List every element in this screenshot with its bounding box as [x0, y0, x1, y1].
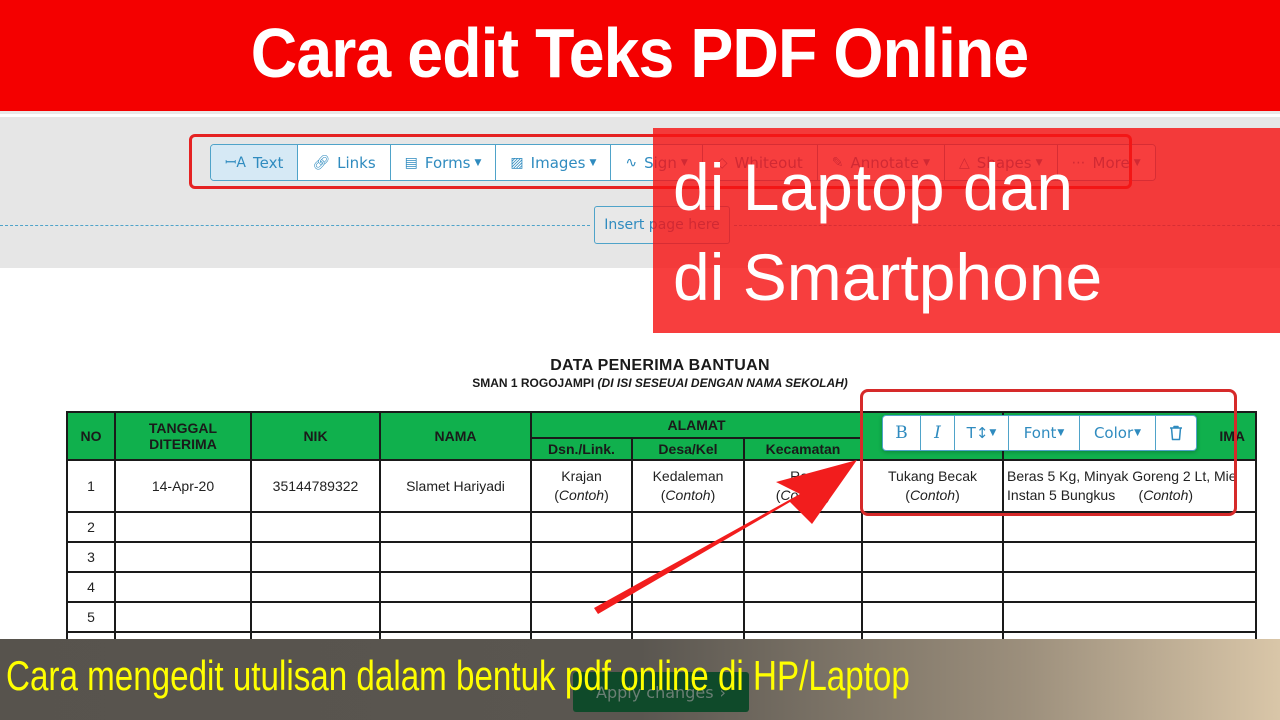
cell-nik[interactable]: 35144789322: [250, 459, 381, 513]
page-divider-line: [0, 225, 590, 226]
subtitle-line-2: di Smartphone: [673, 240, 1103, 314]
header-desa[interactable]: Desa/Kel: [631, 437, 745, 461]
header-no[interactable]: NO: [66, 411, 116, 461]
table-row: 4: [66, 571, 1258, 603]
cell-note: (Contoh): [775, 487, 831, 503]
cell-value: Krajan: [561, 468, 602, 484]
table-row: 5: [66, 601, 1258, 633]
cell-no[interactable]: 1: [66, 459, 116, 513]
cell-dsn[interactable]: Krajan (Contoh): [530, 459, 633, 513]
cell-no[interactable]: 5: [66, 601, 116, 633]
edit-toolbar-highlight-frame: [860, 389, 1237, 516]
school-note: (DI ISI SESEUAI DENGAN NAMA SEKOLAH): [597, 376, 848, 390]
subtitle-overlay: di Laptop dan di Smartphone: [653, 128, 1280, 333]
table-row: 3: [66, 541, 1258, 573]
document-title[interactable]: DATA PENERIMA BANTUAN: [400, 357, 920, 375]
header-dsn[interactable]: Dsn./Link.: [530, 437, 633, 461]
cell-kecamatan[interactable]: Rog (Contoh): [742, 459, 864, 513]
cell-no[interactable]: 4: [66, 571, 116, 603]
cell-value: Kedaleman: [652, 468, 724, 484]
cell-value: Rog: [790, 468, 816, 484]
bottom-caption: Cara mengedit utulisan dalam bentuk pdf …: [6, 652, 910, 699]
cell-tanggal[interactable]: 14-Apr-20: [114, 459, 252, 513]
video-title: Cara edit Teks PDF Online: [251, 13, 1029, 92]
cell-note: (Contoh): [554, 487, 609, 503]
cell-no[interactable]: 3: [66, 541, 116, 573]
header-tanggal[interactable]: TANGGAL DITERIMA: [114, 411, 252, 461]
table-row: 2: [66, 511, 1258, 543]
header-kecamatan[interactable]: Kecamatan: [742, 437, 864, 461]
cell-nama[interactable]: Slamet Hariyadi: [379, 459, 532, 513]
cell-note: (Contoh): [660, 487, 716, 503]
document-subtitle[interactable]: SMAN 1 ROGOJAMPI (DI ISI SESEUAI DENGAN …: [400, 376, 920, 390]
header-nik[interactable]: NIK: [250, 411, 381, 461]
cell-no[interactable]: 2: [66, 511, 116, 543]
school-name: SMAN 1 ROGOJAMPI: [472, 376, 598, 390]
cell-desa[interactable]: Kedaleman (Contoh): [631, 459, 745, 513]
title-banner: Cara edit Teks PDF Online: [0, 0, 1280, 114]
subtitle-line-1: di Laptop dan: [673, 150, 1074, 224]
header-nama[interactable]: NAMA: [379, 411, 532, 461]
header-alamat[interactable]: ALAMAT: [529, 411, 864, 439]
